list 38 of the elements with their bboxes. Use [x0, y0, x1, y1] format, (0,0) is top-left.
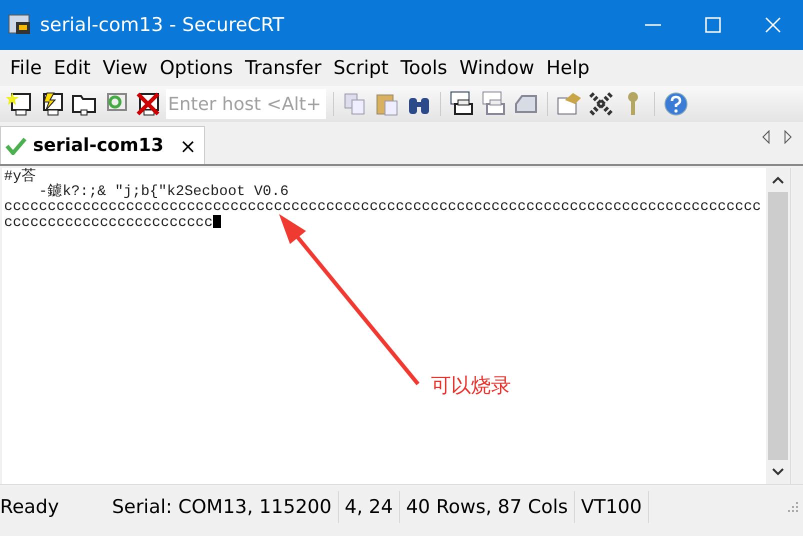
app-icon [8, 14, 32, 36]
scroll-left-icon[interactable] [761, 130, 771, 144]
terminal-line: -鑢k?:;& "j;b{"k2Secboot V0.6 [38, 185, 290, 200]
menu-item[interactable]: Transfer [239, 57, 328, 79]
status-text: 40 Rows, 87 Cols [400, 491, 575, 523]
terminal-line: #y荅 [4, 170, 38, 185]
status-text: Serial: COM13, 115200 [106, 491, 339, 523]
scrollbar-thumb[interactable] [768, 192, 788, 460]
status-text: VT100 [574, 491, 649, 523]
resize-grip-icon[interactable] [787, 501, 799, 513]
disconnect-icon[interactable] [134, 90, 162, 118]
scroll-right-icon[interactable] [783, 130, 793, 144]
host-field[interactable]: Enter host <Alt+ [166, 89, 326, 119]
menu-item[interactable]: View [96, 57, 154, 79]
scroll-up-icon[interactable] [772, 176, 784, 184]
menu-item[interactable]: Tools [394, 57, 454, 79]
terminal-line: ccccccccccccccccccccccccccccccccccccccccccccccccccccccccccccccccccccccccccccccccccccccc [4, 200, 762, 215]
menu-item[interactable]: Help [540, 57, 596, 79]
menu-item[interactable]: Script [327, 57, 395, 79]
menu-item[interactable]: File [4, 57, 48, 79]
maximize-icon [703, 15, 723, 35]
annotation-text: 可以烧录 [431, 372, 511, 399]
menu-item[interactable]: Edit [48, 57, 97, 79]
close-icon [763, 15, 783, 35]
terminal-line: cccccccccccccccccccccccc [4, 215, 766, 230]
menu-item[interactable]: Window [453, 57, 540, 79]
minimize-icon [645, 24, 661, 26]
text-cursor [212, 215, 221, 228]
window-printer-icon[interactable] [448, 90, 476, 118]
session-tab[interactable]: serial-com13 × [0, 126, 206, 164]
new-computer-icon[interactable] [6, 90, 34, 118]
menu-item[interactable]: Options [154, 57, 239, 79]
close-tab-icon[interactable]: × [180, 134, 196, 158]
scroll-down-icon[interactable] [772, 468, 784, 476]
window-title: serial-com13 - SecureCRT [40, 14, 286, 36]
status-text: 4, 24 [338, 491, 400, 523]
status-text: Ready [0, 495, 60, 520]
help-icon[interactable] [662, 90, 690, 118]
